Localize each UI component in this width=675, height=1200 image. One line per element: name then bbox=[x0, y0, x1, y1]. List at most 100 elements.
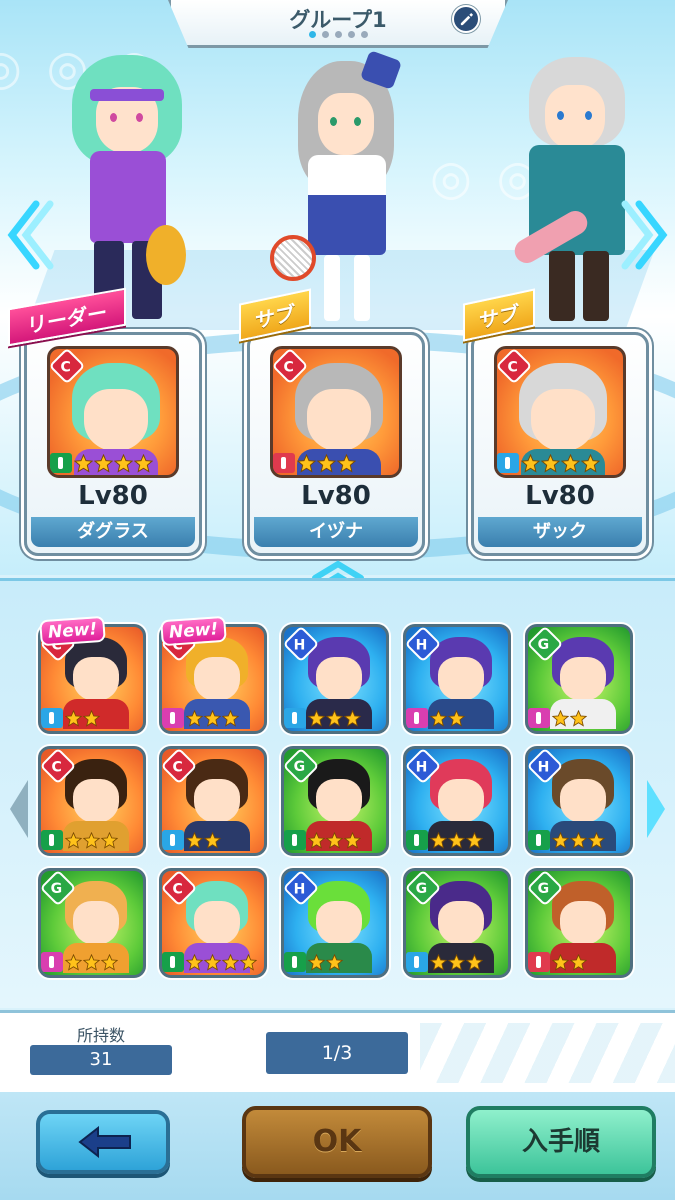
roster-character-tile[interactable]: C bbox=[159, 868, 267, 978]
star-filled-icon bbox=[570, 953, 587, 971]
type-icon bbox=[41, 952, 63, 972]
page-dot[interactable] bbox=[321, 31, 329, 38]
rarity-stars bbox=[406, 829, 484, 851]
star-filled-icon bbox=[134, 453, 153, 473]
rank-letter: H bbox=[293, 637, 306, 654]
star-filled-icon bbox=[83, 953, 100, 971]
team-member-card[interactable]: C Lv80 ザック bbox=[471, 332, 649, 556]
rarity-stars bbox=[284, 707, 362, 729]
character-face bbox=[560, 657, 606, 701]
type-icon bbox=[41, 708, 63, 728]
type-icon bbox=[50, 453, 72, 473]
edit-group-name-button[interactable] bbox=[452, 5, 480, 33]
team-member-card[interactable]: C Lv80 イヅナ bbox=[247, 332, 425, 556]
star-filled-icon bbox=[466, 953, 483, 971]
roster-next-arrow[interactable] bbox=[643, 778, 669, 840]
character-face bbox=[316, 657, 362, 701]
character-face bbox=[194, 779, 240, 823]
page-dot[interactable] bbox=[360, 31, 368, 38]
type-icon bbox=[528, 952, 550, 972]
star-filled-icon bbox=[83, 709, 100, 727]
team-member-portrait: C bbox=[270, 346, 402, 478]
back-button[interactable] bbox=[36, 1110, 170, 1174]
page-dot[interactable] bbox=[334, 31, 342, 38]
roster-character-tile[interactable]: G bbox=[281, 746, 389, 856]
new-badge: New! bbox=[160, 615, 228, 647]
type-icon bbox=[528, 830, 550, 850]
star-filled-icon bbox=[308, 831, 325, 849]
star-filled-icon bbox=[430, 953, 447, 971]
star-filled-icon bbox=[74, 453, 93, 473]
rank-letter: G bbox=[50, 881, 63, 898]
roster-character-tile[interactable]: H bbox=[281, 868, 389, 978]
star-filled-icon bbox=[317, 453, 336, 473]
character-face bbox=[194, 657, 240, 701]
sort-order-button[interactable]: 入手順 bbox=[466, 1106, 656, 1178]
roster-character-tile[interactable]: H bbox=[281, 624, 389, 734]
team-member-card[interactable]: C Lv80 ダグラス bbox=[24, 332, 202, 556]
roster-character-tile[interactable]: H bbox=[525, 746, 633, 856]
star-filled-icon bbox=[240, 953, 257, 971]
roster-character-tile[interactable]: C bbox=[38, 746, 146, 856]
character-face bbox=[316, 779, 362, 823]
star-filled-icon bbox=[308, 709, 325, 727]
type-icon bbox=[528, 708, 550, 728]
character-face bbox=[194, 901, 240, 945]
type-icon bbox=[162, 952, 184, 972]
star-filled-icon bbox=[204, 709, 221, 727]
team-member-level: Lv80 bbox=[301, 481, 371, 511]
rarity-stars bbox=[528, 951, 588, 973]
page-dot-active[interactable] bbox=[308, 31, 316, 38]
rarity-stars bbox=[162, 951, 258, 973]
type-icon bbox=[284, 952, 306, 972]
ok-button[interactable]: OK bbox=[242, 1106, 432, 1178]
roster-character-tile[interactable]: C bbox=[159, 746, 267, 856]
rarity-stars bbox=[284, 829, 362, 851]
star-filled-icon bbox=[326, 953, 343, 971]
character-roster: C New! C New! H H G C C G H H G C H G G bbox=[0, 578, 675, 1008]
star-filled-icon bbox=[344, 709, 361, 727]
roster-character-tile[interactable]: H bbox=[403, 624, 511, 734]
previous-group-arrow[interactable] bbox=[6, 200, 56, 270]
rank-letter: G bbox=[537, 637, 550, 654]
roster-prev-arrow[interactable] bbox=[6, 778, 32, 840]
roster-character-tile[interactable]: H bbox=[403, 746, 511, 856]
rank-letter: H bbox=[293, 881, 306, 898]
character-face bbox=[73, 901, 119, 945]
roster-character-tile[interactable]: G bbox=[403, 868, 511, 978]
roster-character-tile[interactable]: G bbox=[525, 624, 633, 734]
rank-letter: C bbox=[60, 359, 71, 376]
character-face bbox=[438, 901, 484, 945]
star-filled-icon bbox=[561, 453, 580, 473]
type-icon bbox=[406, 708, 428, 728]
roster-character-tile[interactable]: G bbox=[525, 868, 633, 978]
next-group-arrow[interactable] bbox=[619, 200, 669, 270]
type-icon bbox=[273, 453, 295, 473]
rank-letter: C bbox=[283, 359, 294, 376]
rank-letter: G bbox=[293, 759, 306, 776]
rarity-stars bbox=[273, 451, 357, 475]
star-filled-icon bbox=[466, 831, 483, 849]
star-filled-icon bbox=[222, 709, 239, 727]
star-filled-icon bbox=[65, 709, 82, 727]
star-filled-icon bbox=[588, 831, 605, 849]
page-dot[interactable] bbox=[347, 31, 355, 38]
star-filled-icon bbox=[101, 953, 118, 971]
rarity-stars bbox=[162, 707, 240, 729]
star-filled-icon bbox=[326, 831, 343, 849]
star-filled-icon bbox=[581, 453, 600, 473]
team-member-portrait: C bbox=[47, 346, 179, 478]
pencil-icon bbox=[460, 12, 474, 26]
rarity-stars bbox=[50, 451, 154, 475]
roster-page-indicator: 1/3 bbox=[266, 1032, 408, 1074]
star-filled-icon bbox=[448, 953, 465, 971]
rarity-stars bbox=[406, 951, 484, 973]
star-filled-icon bbox=[65, 953, 82, 971]
roster-character-tile[interactable]: G bbox=[38, 868, 146, 978]
rank-letter: G bbox=[415, 881, 428, 898]
type-icon bbox=[406, 830, 428, 850]
star-filled-icon bbox=[297, 453, 316, 473]
owned-count-value: 31 bbox=[30, 1045, 172, 1075]
star-filled-icon bbox=[337, 453, 356, 473]
star-filled-icon bbox=[570, 709, 587, 727]
